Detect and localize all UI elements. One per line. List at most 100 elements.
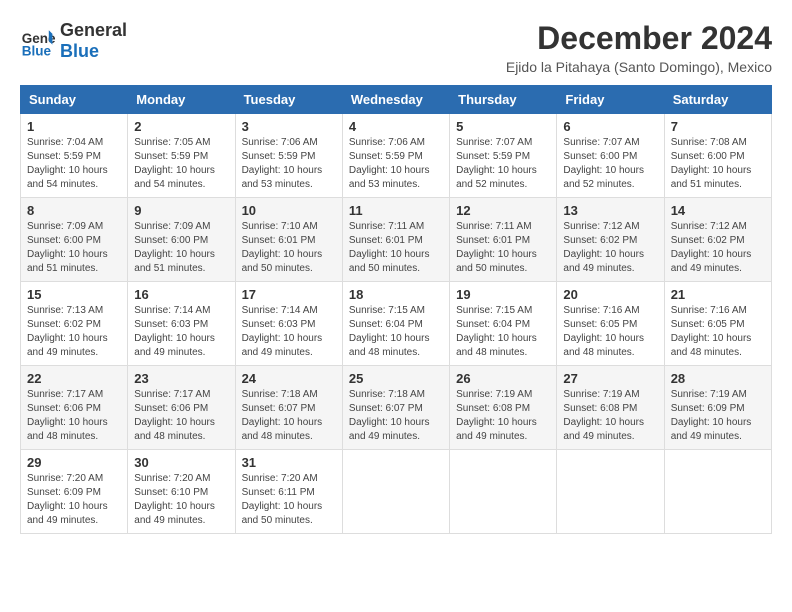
day-header-sunday: Sunday [21, 86, 128, 114]
calendar-cell: 20 Sunrise: 7:16 AM Sunset: 6:05 PM Dayli… [557, 282, 664, 366]
logo-line1: General [60, 20, 127, 41]
day-number: 1 [27, 119, 121, 134]
day-number: 6 [563, 119, 657, 134]
calendar-cell: 15 Sunrise: 7:13 AM Sunset: 6:02 PM Dayli… [21, 282, 128, 366]
calendar-cell: 14 Sunrise: 7:12 AM Sunset: 6:02 PM Dayli… [664, 198, 771, 282]
day-number: 29 [27, 455, 121, 470]
day-info: Sunrise: 7:04 AM Sunset: 5:59 PM Dayligh… [27, 136, 121, 192]
day-number: 14 [671, 203, 765, 218]
day-info: Sunrise: 7:16 AM Sunset: 6:05 PM Dayligh… [671, 304, 765, 360]
calendar-cell: 19Sunrise: 7:15 AM Sunset: 6:04 PM Dayli… [450, 282, 557, 366]
day-number: 31 [242, 455, 336, 470]
logo-line2: Blue [60, 41, 127, 62]
day-info: Sunrise: 7:08 AM Sunset: 6:00 PM Dayligh… [671, 136, 765, 192]
page-header: General Blue General Blue December 2024 … [20, 20, 772, 75]
day-info: Sunrise: 7:09 AM Sunset: 6:00 PM Dayligh… [134, 220, 228, 276]
day-info: Sunrise: 7:16 AM Sunset: 6:05 PM Dayligh… [563, 304, 657, 360]
calendar-cell: 6 Sunrise: 7:07 AM Sunset: 6:00 PM Daylig… [557, 114, 664, 198]
day-info: Sunrise: 7:19 AM Sunset: 6:08 PM Dayligh… [563, 388, 657, 444]
day-info: Sunrise: 7:19 AM Sunset: 6:09 PM Dayligh… [671, 388, 765, 444]
calendar-cell: 26 Sunrise: 7:19 AM Sunset: 6:08 PM Dayli… [450, 366, 557, 450]
month-title: December 2024 [506, 20, 772, 57]
day-info: Sunrise: 7:06 AM Sunset: 5:59 PM Dayligh… [349, 136, 443, 192]
day-info: Sunrise: 7:11 AM Sunset: 6:01 PM Dayligh… [349, 220, 443, 276]
day-info: Sunrise: 7:17 AM Sunset: 6:06 PM Dayligh… [134, 388, 228, 444]
calendar-cell: 3 Sunrise: 7:06 AM Sunset: 5:59 PM Daylig… [235, 114, 342, 198]
calendar-cell: 31 Sunrise: 7:20 AM Sunset: 6:11 PM Dayli… [235, 450, 342, 534]
day-info: Sunrise: 7:12 AM Sunset: 6:02 PM Dayligh… [563, 220, 657, 276]
calendar-cell: 12 Sunrise: 7:11 AM Sunset: 6:01 PM Dayli… [450, 198, 557, 282]
calendar-cell: 13 Sunrise: 7:12 AM Sunset: 6:02 PM Dayli… [557, 198, 664, 282]
calendar-header-row: SundayMondayTuesdayWednesdayThursdayFrid… [21, 86, 772, 114]
day-number: 15 [27, 287, 121, 302]
day-number: 3 [242, 119, 336, 134]
day-number: 26 [456, 371, 550, 386]
calendar-cell: 29 Sunrise: 7:20 AM Sunset: 6:09 PM Dayli… [21, 450, 128, 534]
day-number: 20 [563, 287, 657, 302]
day-info: Sunrise: 7:14 AM Sunset: 6:03 PM Dayligh… [134, 304, 228, 360]
day-header-saturday: Saturday [664, 86, 771, 114]
calendar-cell: 2 Sunrise: 7:05 AM Sunset: 5:59 PM Daylig… [128, 114, 235, 198]
calendar-cell: 7 Sunrise: 7:08 AM Sunset: 6:00 PM Daylig… [664, 114, 771, 198]
svg-text:Blue: Blue [22, 43, 52, 58]
day-header-tuesday: Tuesday [235, 86, 342, 114]
day-number: 30 [134, 455, 228, 470]
location: Ejido la Pitahaya (Santo Domingo), Mexic… [506, 59, 772, 75]
calendar-cell: 5 Sunrise: 7:07 AM Sunset: 5:59 PM Daylig… [450, 114, 557, 198]
day-number: 10 [242, 203, 336, 218]
day-number: 23 [134, 371, 228, 386]
day-info: Sunrise: 7:05 AM Sunset: 5:59 PM Dayligh… [134, 136, 228, 192]
calendar-cell: 28 Sunrise: 7:19 AM Sunset: 6:09 PM Dayli… [664, 366, 771, 450]
day-number: 13 [563, 203, 657, 218]
calendar-cell: 11Sunrise: 7:11 AM Sunset: 6:01 PM Dayli… [342, 198, 449, 282]
calendar-cell [557, 450, 664, 534]
day-info: Sunrise: 7:07 AM Sunset: 6:00 PM Dayligh… [563, 136, 657, 192]
day-header-wednesday: Wednesday [342, 86, 449, 114]
day-info: Sunrise: 7:09 AM Sunset: 6:00 PM Dayligh… [27, 220, 121, 276]
day-number: 8 [27, 203, 121, 218]
day-info: Sunrise: 7:15 AM Sunset: 6:04 PM Dayligh… [349, 304, 443, 360]
calendar-cell: 22Sunrise: 7:17 AM Sunset: 6:06 PM Dayli… [21, 366, 128, 450]
day-info: Sunrise: 7:10 AM Sunset: 6:01 PM Dayligh… [242, 220, 336, 276]
day-info: Sunrise: 7:13 AM Sunset: 6:02 PM Dayligh… [27, 304, 121, 360]
day-number: 9 [134, 203, 228, 218]
day-header-thursday: Thursday [450, 86, 557, 114]
day-number: 17 [242, 287, 336, 302]
calendar-cell: 1 Sunrise: 7:04 AM Sunset: 5:59 PM Daylig… [21, 114, 128, 198]
day-number: 28 [671, 371, 765, 386]
day-number: 21 [671, 287, 765, 302]
day-number: 16 [134, 287, 228, 302]
day-info: Sunrise: 7:12 AM Sunset: 6:02 PM Dayligh… [671, 220, 765, 276]
logo-icon: General Blue [20, 23, 56, 59]
day-info: Sunrise: 7:19 AM Sunset: 6:08 PM Dayligh… [456, 388, 550, 444]
calendar-cell: 30Sunrise: 7:20 AM Sunset: 6:10 PM Dayli… [128, 450, 235, 534]
day-info: Sunrise: 7:20 AM Sunset: 6:09 PM Dayligh… [27, 472, 121, 528]
day-number: 5 [456, 119, 550, 134]
day-info: Sunrise: 7:18 AM Sunset: 6:07 PM Dayligh… [242, 388, 336, 444]
calendar-cell: 17 Sunrise: 7:14 AM Sunset: 6:03 PM Dayli… [235, 282, 342, 366]
day-header-friday: Friday [557, 86, 664, 114]
calendar-cell [342, 450, 449, 534]
day-number: 19 [456, 287, 550, 302]
day-number: 27 [563, 371, 657, 386]
day-info: Sunrise: 7:11 AM Sunset: 6:01 PM Dayligh… [456, 220, 550, 276]
day-info: Sunrise: 7:07 AM Sunset: 5:59 PM Dayligh… [456, 136, 550, 192]
calendar-cell: 16 Sunrise: 7:14 AM Sunset: 6:03 PM Dayli… [128, 282, 235, 366]
day-number: 22 [27, 371, 121, 386]
day-number: 12 [456, 203, 550, 218]
day-number: 4 [349, 119, 443, 134]
day-number: 7 [671, 119, 765, 134]
day-info: Sunrise: 7:14 AM Sunset: 6:03 PM Dayligh… [242, 304, 336, 360]
calendar-cell: 4 Sunrise: 7:06 AM Sunset: 5:59 PM Daylig… [342, 114, 449, 198]
day-info: Sunrise: 7:20 AM Sunset: 6:11 PM Dayligh… [242, 472, 336, 528]
calendar-cell: 25Sunrise: 7:18 AM Sunset: 6:07 PM Dayli… [342, 366, 449, 450]
calendar-cell [664, 450, 771, 534]
calendar-cell: 24Sunrise: 7:18 AM Sunset: 6:07 PM Dayli… [235, 366, 342, 450]
calendar-cell: 18Sunrise: 7:15 AM Sunset: 6:04 PM Dayli… [342, 282, 449, 366]
day-number: 2 [134, 119, 228, 134]
logo: General Blue General Blue [20, 20, 127, 62]
calendar-cell: 23 Sunrise: 7:17 AM Sunset: 6:06 PM Dayli… [128, 366, 235, 450]
calendar-cell [450, 450, 557, 534]
calendar-table: SundayMondayTuesdayWednesdayThursdayFrid… [20, 85, 772, 534]
day-info: Sunrise: 7:06 AM Sunset: 5:59 PM Dayligh… [242, 136, 336, 192]
